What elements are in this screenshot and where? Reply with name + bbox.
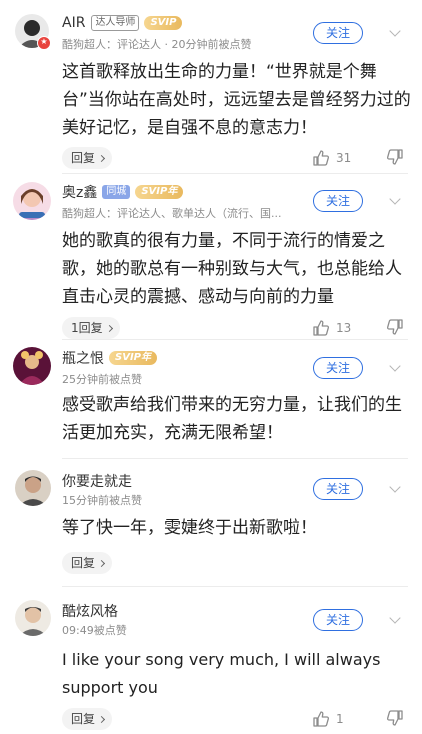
- user-name-row: 奥z鑫 同城 SVIP年: [62, 182, 184, 202]
- comment-text: 她的歌真的很有力量，不同于流行的情爱之歌，她的歌总有一种别致与大气，也总能给人直…: [62, 231, 402, 307]
- comment-text: I like your song very much, I will alway…: [62, 650, 386, 697]
- user-subtitle: 酷狗超人：评论达人、歌单达人（流行、国...: [62, 207, 282, 220]
- chevron-right-icon: [105, 324, 113, 333]
- avatar[interactable]: [13, 182, 51, 220]
- reply-button[interactable]: 回复: [62, 552, 113, 574]
- chevron-down-icon[interactable]: [385, 611, 405, 627]
- user-name[interactable]: 你要走就走: [62, 471, 132, 491]
- comment-item: AIR 达人导师 SVIP 酷狗超人：评论达人 · 20分钟前被点赞 关注 这首…: [0, 0, 422, 180]
- comment-item: 奥z鑫 同城 SVIP年 酷狗超人：评论达人、歌单达人（流行、国... 关注 她…: [0, 173, 422, 343]
- user-subtitle: 25分钟前被点赞: [62, 373, 142, 386]
- thumbs-down-icon[interactable]: [386, 148, 406, 168]
- comment-text: 这首歌释放出生命的力量！“世界就是个舞台”当你站在高处时，远远望去是曾经努力过的…: [62, 62, 411, 138]
- avatar[interactable]: [15, 600, 51, 636]
- reply-button[interactable]: 回复: [62, 147, 113, 169]
- thumbs-up-icon: [312, 710, 330, 728]
- comment-list: AIR 达人导师 SVIP 酷狗超人：评论达人 · 20分钟前被点赞 关注 这首…: [0, 0, 422, 734]
- chevron-right-icon: [97, 559, 106, 568]
- user-name-row: 酷炫风格: [62, 602, 118, 620]
- comment-text: 等了快一年，雯婕终于出新歌啦！: [62, 518, 317, 538]
- reply-label: 回复: [71, 556, 96, 570]
- like-count: 31: [336, 151, 352, 165]
- reply-label: 回复: [71, 712, 96, 726]
- thumbs-down-icon[interactable]: [386, 318, 406, 338]
- user-name-row: 你要走就走: [62, 472, 132, 490]
- chevron-right-icon: [97, 154, 106, 163]
- thumbs-up-icon: [312, 149, 330, 167]
- reply-label: 1回复: [71, 321, 103, 335]
- user-name-row: 瓶之恨 SVIP年: [62, 349, 157, 367]
- user-subtitle: 09:49被点赞: [62, 624, 127, 637]
- follow-button[interactable]: 关注: [313, 357, 363, 379]
- chevron-down-icon[interactable]: [385, 359, 405, 375]
- user-tag: 达人导师: [91, 15, 140, 31]
- comment-text: 感受歌声给我们带来的无穷力量，让我们的生活更加充实，充满无限希望！: [62, 395, 402, 443]
- avatar[interactable]: [15, 14, 51, 50]
- user-name-row: AIR 达人导师 SVIP: [62, 14, 183, 32]
- follow-button[interactable]: 关注: [313, 22, 363, 44]
- like-count: 1: [336, 712, 344, 726]
- thumbs-up-icon: [312, 319, 330, 337]
- chevron-right-icon: [97, 715, 106, 724]
- reply-label: 回复: [71, 151, 96, 165]
- comment-item: 酷炫风格 09:49被点赞 关注 I like your song very m…: [0, 586, 422, 734]
- like-count: 13: [336, 321, 352, 335]
- comment-item: 瓶之恨 SVIP年 25分钟前被点赞 关注 感受歌声给我们带来的无穷力量，让我们…: [0, 339, 422, 459]
- reply-button[interactable]: 回复: [62, 708, 113, 730]
- like-button[interactable]: 13: [312, 318, 351, 338]
- vip-star-badge-icon: [37, 35, 51, 50]
- chevron-down-icon[interactable]: [385, 24, 405, 40]
- avatar[interactable]: [13, 347, 51, 385]
- user-tag: 同城: [102, 185, 131, 199]
- follow-button[interactable]: 关注: [313, 478, 363, 500]
- like-button[interactable]: 1: [312, 709, 344, 729]
- like-button[interactable]: 31: [312, 148, 351, 168]
- user-name[interactable]: 瓶之恨: [62, 348, 104, 368]
- user-name[interactable]: 奥z鑫: [62, 182, 97, 202]
- user-subtitle: 酷狗超人：评论达人 · 20分钟前被点赞: [62, 38, 252, 51]
- chevron-down-icon[interactable]: [385, 480, 405, 496]
- thumbs-down-icon[interactable]: [386, 709, 406, 729]
- svip-badge: SVIP年: [109, 351, 157, 365]
- avatar[interactable]: [15, 470, 51, 506]
- svip-badge: SVIP: [144, 16, 183, 30]
- reply-button[interactable]: 1回复: [62, 317, 120, 339]
- user-subtitle: 15分钟前被点赞: [62, 494, 142, 507]
- chevron-down-icon[interactable]: [385, 192, 405, 208]
- follow-button[interactable]: 关注: [313, 609, 363, 631]
- svip-badge: SVIP年: [135, 185, 184, 199]
- user-name[interactable]: 酷炫风格: [62, 601, 118, 621]
- user-name[interactable]: AIR: [62, 15, 85, 31]
- follow-button[interactable]: 关注: [313, 190, 363, 212]
- comment-item: 你要走就走 15分钟前被点赞 关注 等了快一年，雯婕终于出新歌啦！ 回复: [0, 458, 422, 583]
